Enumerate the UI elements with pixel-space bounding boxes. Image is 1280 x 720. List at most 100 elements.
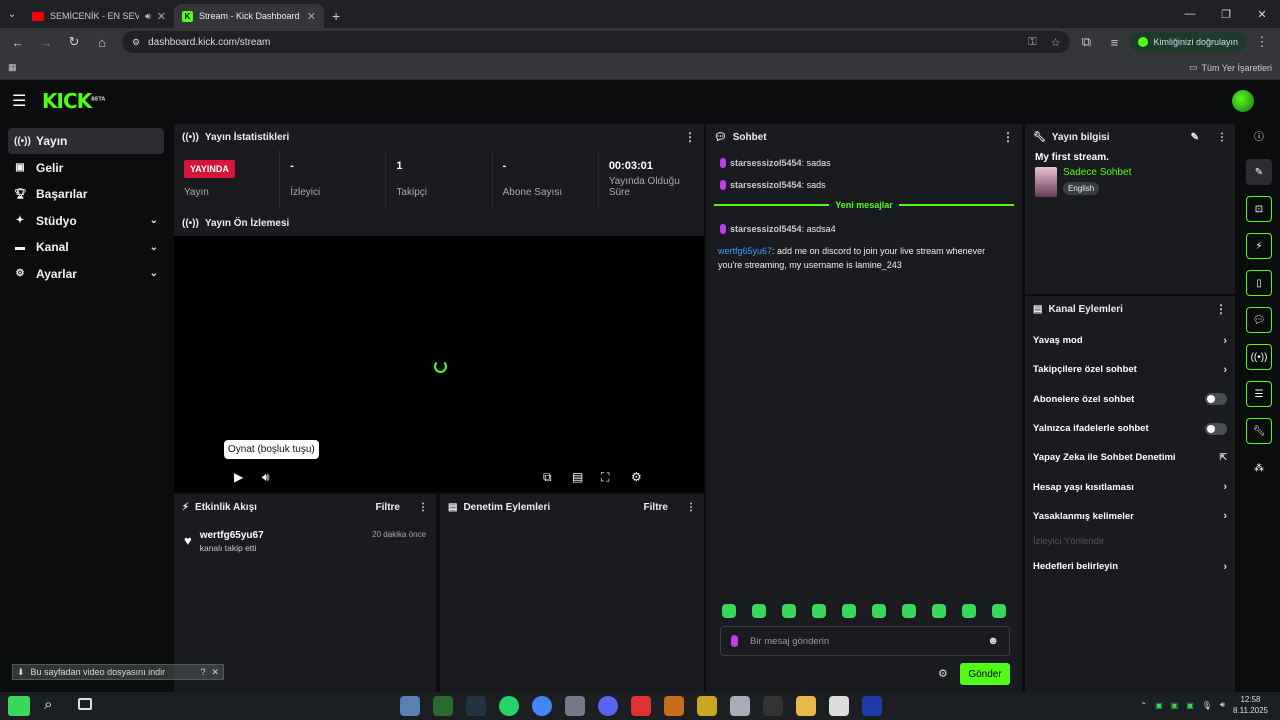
- sidebar-item-ayarlar[interactable]: ⚙ Ayarlar ⌄: [8, 261, 164, 287]
- emotes-only-toggle[interactable]: [1205, 422, 1227, 435]
- chat-username[interactable]: starsessizol5454: [730, 224, 802, 234]
- user-avatar[interactable]: [1232, 90, 1254, 112]
- task-view-icon[interactable]: [78, 698, 92, 710]
- action-ai-moderation[interactable]: Yapay Zeka ile Sohbet Denetimi ⇱: [1025, 443, 1235, 472]
- extensions-icon[interactable]: ⧉: [1074, 30, 1098, 54]
- edit-pencil-icon[interactable]: ✎: [1191, 132, 1199, 143]
- tray-icon[interactable]: ▣: [1155, 701, 1163, 710]
- tab-search-button[interactable]: ⌄: [0, 0, 24, 28]
- browser-menu-icon[interactable]: ⋮: [1250, 30, 1274, 54]
- emote-icon[interactable]: [992, 604, 1006, 618]
- edit-pencil-icon[interactable]: ✎: [1246, 159, 1272, 185]
- kick-logo[interactable]: KICKBETA: [42, 89, 105, 113]
- password-key-icon[interactable]: ⚿: [1028, 36, 1036, 49]
- hamburger-menu-icon[interactable]: ☰: [12, 91, 32, 111]
- filter-button[interactable]: Filtre: [644, 502, 668, 513]
- discord-icon[interactable]: [598, 696, 618, 716]
- app-icon[interactable]: [829, 696, 849, 716]
- restore-icon[interactable]: ❐: [1208, 8, 1244, 21]
- minimize-icon[interactable]: —: [1172, 8, 1208, 20]
- chevron-up-icon[interactable]: ⌃: [1140, 701, 1147, 710]
- start-icon[interactable]: [8, 696, 30, 716]
- nvidia-icon[interactable]: [433, 696, 453, 716]
- tray-icon[interactable]: ▣: [1186, 701, 1194, 710]
- action-followers-only[interactable]: Takipçilere özel sohbet ›: [1025, 355, 1235, 384]
- app-icon[interactable]: [697, 696, 717, 716]
- close-tab-icon[interactable]: ✕: [307, 10, 316, 23]
- theater-mode-icon[interactable]: ▤: [572, 470, 583, 484]
- tray-icon[interactable]: ▣: [1171, 701, 1179, 710]
- chat-username[interactable]: starsessizol5454: [730, 158, 802, 168]
- video-download-notice[interactable]: ⬇ Bu sayfadan video dosyasını indir ? ✕: [12, 664, 224, 680]
- home-icon[interactable]: ⌂: [90, 30, 114, 54]
- subscribers-only-toggle[interactable]: [1205, 393, 1227, 406]
- sidebar-item-kanal[interactable]: ▬ Kanal ⌄: [8, 234, 164, 260]
- forward-icon[interactable]: →: [34, 30, 58, 54]
- profile-button[interactable]: Kimliğinizi doğrulayın: [1130, 32, 1246, 52]
- fullscreen-icon[interactable]: ⛶: [601, 470, 609, 485]
- settings-icon[interactable]: ⚙: [631, 470, 642, 484]
- more-options-icon[interactable]: ⋮: [1002, 130, 1014, 144]
- editor-icon[interactable]: [664, 696, 684, 716]
- app-icon[interactable]: [862, 696, 882, 716]
- list-icon[interactable]: ☰: [1246, 381, 1272, 407]
- app-icon[interactable]: [763, 696, 783, 716]
- back-icon[interactable]: ←: [6, 30, 30, 54]
- action-account-age[interactable]: Hesap yaşı kısıtlaması ›: [1025, 472, 1235, 501]
- bookmark-star-icon[interactable]: ☆: [1051, 36, 1061, 49]
- whatsapp-icon[interactable]: [499, 696, 519, 716]
- play-icon[interactable]: ▶: [234, 470, 243, 484]
- mic-icon[interactable]: 🎙︎: [1202, 701, 1212, 710]
- broadcast-icon[interactable]: ((•)): [1246, 344, 1272, 370]
- browser-tab-youtube[interactable]: SEMİCENİK - EN SEVİLEN Ş 🔊︎ ✕: [24, 4, 174, 28]
- speaker-icon[interactable]: 🔊︎: [1220, 700, 1225, 710]
- emoji-picker-icon[interactable]: ☻: [987, 635, 999, 647]
- close-tab-icon[interactable]: ✕: [157, 10, 166, 23]
- document-icon[interactable]: ▯: [1246, 270, 1272, 296]
- more-options-icon[interactable]: ⋮: [418, 502, 428, 513]
- emote-icon[interactable]: [752, 604, 766, 618]
- more-options-icon[interactable]: ⋮: [1217, 132, 1227, 143]
- store-icon[interactable]: [730, 696, 750, 716]
- media-controls-icon[interactable]: ≡: [1102, 30, 1126, 54]
- url-field[interactable]: ⚙ dashboard.kick.com/stream ⚿ ☆: [122, 31, 1071, 53]
- send-button[interactable]: Gönder: [960, 663, 1010, 685]
- wrench-icon[interactable]: 🔧︎: [1246, 418, 1272, 444]
- sidebar-item-basarilar[interactable]: 🏆︎ Başarılar: [8, 181, 164, 207]
- clock[interactable]: 12:58 8.11.2025: [1233, 694, 1268, 716]
- close-icon[interactable]: ✕: [211, 667, 219, 678]
- add-widget-icon[interactable]: ⁂: [1246, 455, 1272, 481]
- action-banned-words[interactable]: Yasaklanmış kelimeler ›: [1025, 502, 1235, 531]
- emote-icon[interactable]: [872, 604, 886, 618]
- more-options-icon[interactable]: ⋮: [1215, 302, 1227, 316]
- sidebar-item-gelir[interactable]: ▣ Gelir: [8, 155, 164, 181]
- emote-icon[interactable]: [932, 604, 946, 618]
- emote-icon[interactable]: [722, 604, 736, 618]
- activity-user[interactable]: wertfg65yu67: [200, 530, 264, 541]
- media-player-icon[interactable]: [631, 696, 651, 716]
- folder-icon[interactable]: [796, 696, 816, 716]
- more-options-icon[interactable]: ⋮: [684, 130, 696, 144]
- search-icon[interactable]: ⌕: [44, 696, 52, 713]
- app-icon[interactable]: [466, 696, 486, 716]
- volume-icon[interactable]: 🔊︎: [262, 470, 270, 485]
- video-player[interactable]: Oynat (boşluk tuşu) ▶ 🔊︎ ⧉ ▤ ⛶ ⚙: [174, 236, 704, 492]
- calculator-icon[interactable]: [400, 696, 420, 716]
- close-window-icon[interactable]: ✕: [1244, 8, 1280, 21]
- apps-grid-icon[interactable]: ▦: [8, 62, 17, 73]
- help-icon[interactable]: ?: [200, 667, 205, 677]
- emote-icon[interactable]: [842, 604, 856, 618]
- new-tab-button[interactable]: +: [324, 8, 348, 28]
- chat-input[interactable]: Bir mesaj gönderin ☻: [720, 626, 1010, 656]
- scan-icon[interactable]: ⊡: [1246, 196, 1272, 222]
- chrome-icon[interactable]: [532, 696, 552, 716]
- emote-icon[interactable]: [962, 604, 976, 618]
- emote-icon[interactable]: [902, 604, 916, 618]
- chat-settings-icon[interactable]: ⚙: [938, 667, 948, 680]
- action-goals[interactable]: Hedefleri belirleyin ›: [1025, 552, 1235, 581]
- picture-in-picture-icon[interactable]: ⧉: [543, 470, 552, 485]
- site-info-icon[interactable]: ⚙: [132, 37, 140, 48]
- all-bookmarks-button[interactable]: ▭ Tüm Yer İşaretleri: [1189, 62, 1272, 73]
- filter-button[interactable]: Filtre: [376, 502, 400, 513]
- info-icon[interactable]: ⓘ: [1246, 122, 1272, 148]
